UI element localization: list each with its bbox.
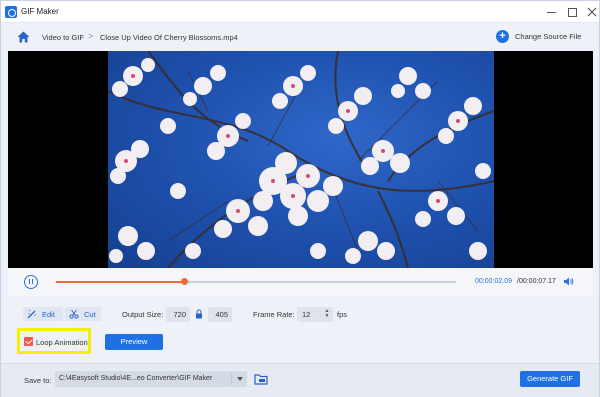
volume-icon[interactable] xyxy=(563,276,574,287)
maximize-icon xyxy=(567,8,577,17)
folder-icon[interactable] xyxy=(254,373,268,385)
frame-rate-label: Frame Rate: xyxy=(253,310,295,319)
breadcrumb-separator: > xyxy=(88,31,94,41)
lock-icon[interactable] xyxy=(195,309,203,319)
scissors-icon xyxy=(69,309,79,319)
progress-fill xyxy=(56,281,184,283)
edit-label: Edit xyxy=(42,310,55,319)
breadcrumb-item-filename: Close Up Video Of Cherry Blossoms.mp4 xyxy=(100,33,238,42)
window-title: GIF Maker xyxy=(21,7,59,16)
bottom-bar: Save to: C:\4Easysoft Studio\4E...eo Con… xyxy=(1,363,599,397)
gif-maker-window: GIF Maker Video to GIF > Close Up Video … xyxy=(0,0,600,397)
stepper-arrows[interactable]: ▲ ▼ xyxy=(324,309,330,320)
save-path-value: C:\4Easysoft Studio\4E...eo Converter\GI… xyxy=(59,375,213,382)
title-bar: GIF Maker xyxy=(1,1,599,23)
progress-slider[interactable] xyxy=(56,278,456,285)
close-icon xyxy=(587,7,597,17)
generate-gif-button[interactable]: Generate GIF xyxy=(520,371,580,387)
total-time: /00:00:07.17 xyxy=(517,278,556,285)
home-icon[interactable] xyxy=(17,31,30,43)
output-width-field[interactable]: 720 xyxy=(166,307,190,322)
breadcrumb: Video to GIF > Close Up Video Of Cherry … xyxy=(1,24,599,50)
app-logo-icon xyxy=(5,6,17,18)
video-preview-area xyxy=(8,51,593,268)
minimize-icon xyxy=(546,12,556,13)
playback-controls: 00:00:02.09 /00:00:07.17 xyxy=(8,268,593,296)
video-frame xyxy=(108,51,494,268)
current-time: 00:00:02.09 xyxy=(475,278,512,285)
edit-icon xyxy=(27,309,36,319)
maximize-button[interactable] xyxy=(564,4,580,20)
output-height-field[interactable]: 405 xyxy=(208,307,232,322)
cut-label: Cut xyxy=(84,310,96,319)
cut-button[interactable]: Cut xyxy=(65,307,101,321)
change-source-button[interactable]: + Change Source File xyxy=(496,29,591,45)
breadcrumb-item-video-to-gif[interactable]: Video to GIF xyxy=(42,33,84,42)
save-to-label: Save to: xyxy=(24,376,52,385)
cherry-blossom-image xyxy=(108,51,494,268)
progress-handle[interactable] xyxy=(181,278,188,285)
edit-button[interactable]: Edit xyxy=(23,307,63,321)
frame-rate-value: 12 xyxy=(302,310,311,319)
pause-icon[interactable] xyxy=(24,275,38,289)
preview-button[interactable]: Preview xyxy=(105,334,163,350)
frame-rate-unit: fps xyxy=(337,310,348,319)
chevron-down-icon[interactable] xyxy=(231,373,247,385)
loop-animation-option[interactable]: Loop Animation xyxy=(17,328,91,354)
save-path-select[interactable]: C:\4Easysoft Studio\4E...eo Converter\GI… xyxy=(55,371,247,387)
close-button[interactable] xyxy=(584,4,600,20)
change-source-label: Change Source File xyxy=(515,32,582,41)
loop-animation-label: Loop Animation xyxy=(36,338,88,347)
loop-animation-checkbox[interactable] xyxy=(24,337,33,346)
minimize-button[interactable] xyxy=(543,4,559,20)
frame-rate-stepper[interactable]: 12 ▲ ▼ xyxy=(297,307,333,322)
output-size-label: Output Size: xyxy=(122,310,164,319)
plus-icon: + xyxy=(496,30,509,43)
